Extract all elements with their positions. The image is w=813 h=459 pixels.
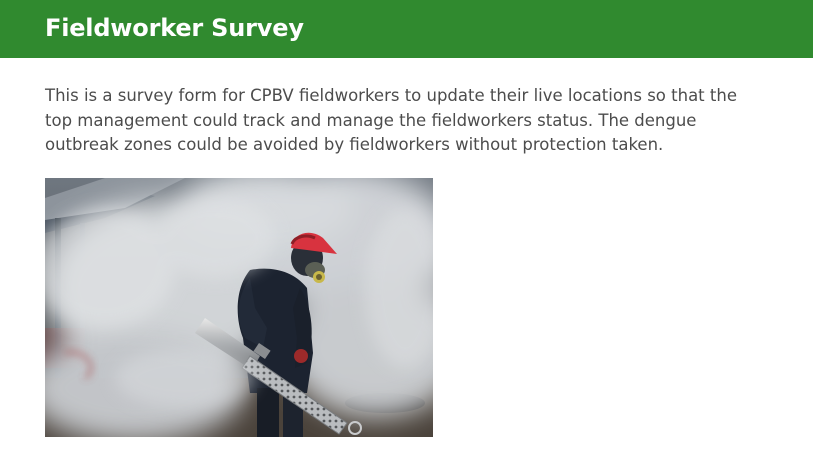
survey-title: Fieldworker Survey [45,14,304,42]
fieldworker-fogging-photo [45,178,433,437]
survey-header: Fieldworker Survey [0,0,813,58]
survey-description: This is a survey form for CPBV fieldwork… [45,86,737,154]
